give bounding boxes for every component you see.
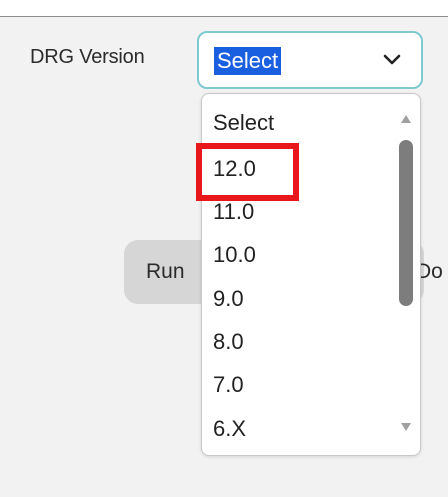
dropdown-option[interactable]: 7.0 [213, 370, 244, 400]
dropdown-option[interactable]: 11.0 [213, 197, 254, 227]
select-current-value: Select [214, 47, 282, 75]
highlight-annotation-box [196, 143, 299, 201]
dropdown-option[interactable]: 6.X [213, 414, 246, 444]
drg-version-select[interactable]: Select [197, 31, 423, 89]
top-divider [0, 0, 448, 17]
run-button-label: Run [146, 260, 185, 283]
dropdown-option[interactable]: Select [213, 108, 274, 138]
dropdown-scrollbar[interactable] [398, 104, 414, 444]
scroll-down-arrow-icon[interactable] [400, 422, 412, 432]
scrollbar-thumb[interactable] [399, 140, 413, 306]
drg-version-label: DRG Version [30, 46, 145, 68]
scroll-up-arrow-icon[interactable] [400, 114, 412, 124]
dropdown-option[interactable]: 9.0 [213, 284, 244, 314]
dropdown-option[interactable]: 10.0 [213, 240, 256, 270]
chevron-down-icon [383, 54, 401, 65]
dropdown-option[interactable]: 8.0 [213, 327, 244, 357]
